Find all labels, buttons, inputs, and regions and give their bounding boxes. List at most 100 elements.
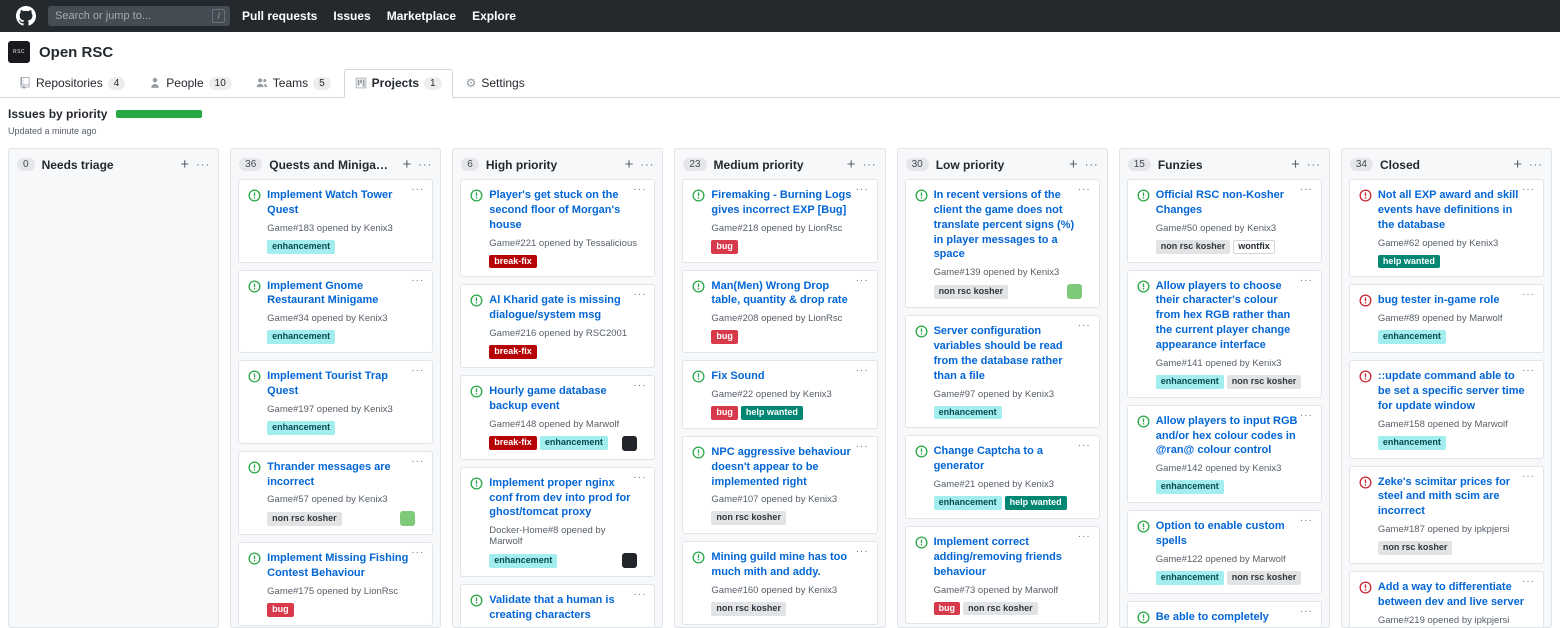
card-title[interactable]: Not all EXP award and skill events have … (1378, 188, 1526, 233)
card-menu-button[interactable]: ··· (1300, 275, 1313, 286)
card-title[interactable]: Option to enable custom spells (1156, 519, 1304, 549)
card-menu-button[interactable]: ··· (1078, 320, 1091, 331)
issue-card[interactable]: ··· Implement Missing Fishing Contest Be… (238, 542, 433, 626)
global-search-box[interactable]: / (48, 6, 230, 26)
card-title[interactable]: Implement Tourist Trap Quest (267, 369, 415, 399)
card-menu-button[interactable]: ··· (633, 589, 646, 600)
card-title[interactable]: Hourly game database backup event (489, 384, 637, 414)
issue-card[interactable]: ··· Implement Watch Tower Quest Game#183… (238, 179, 433, 263)
card-menu-button[interactable]: ··· (1300, 410, 1313, 421)
card-menu-button[interactable]: ··· (856, 546, 869, 557)
column-menu-button[interactable]: ··· (863, 159, 877, 171)
card-menu-button[interactable]: ··· (1078, 440, 1091, 451)
card-menu-button[interactable]: ··· (856, 275, 869, 286)
add-card-button[interactable]: + (1513, 157, 1522, 172)
issue-card[interactable]: ··· Server configuration variables shoul… (905, 315, 1100, 428)
issue-card[interactable]: ··· Mining guild mine has too much mith … (682, 541, 877, 625)
issue-card[interactable]: ··· Implement Tourist Trap Quest Game#19… (238, 360, 433, 444)
issue-card[interactable]: ··· Firemaking - Burning Logs gives inco… (682, 179, 877, 263)
card-title[interactable]: Allow players to input RGB and/or hex co… (1156, 414, 1304, 459)
issue-card[interactable]: ··· Be able to completely disable lotter… (1127, 601, 1322, 627)
column-menu-button[interactable]: ··· (1307, 159, 1321, 171)
card-menu-button[interactable]: ··· (411, 365, 424, 376)
card-title[interactable]: Thrander messages are incorrect (267, 460, 415, 490)
column-menu-button[interactable]: ··· (1085, 159, 1099, 171)
issue-card[interactable]: ··· Implement Gnome Restaurant Minigame … (238, 270, 433, 354)
card-title[interactable]: Add a way to differentiate between dev a… (1378, 580, 1526, 610)
card-title[interactable]: Implement proper nginx conf from dev int… (489, 476, 637, 521)
card-title[interactable]: bug tester in-game role (1378, 293, 1526, 308)
add-card-button[interactable]: + (1069, 157, 1078, 172)
card-title[interactable]: Allow players to choose their character'… (1156, 279, 1304, 353)
card-menu-button[interactable]: ··· (411, 184, 424, 195)
issue-card[interactable]: ··· In recent versions of the client the… (905, 179, 1100, 308)
add-card-button[interactable]: + (625, 157, 634, 172)
add-card-button[interactable]: + (180, 157, 189, 172)
org-name[interactable]: Open RSC (39, 44, 113, 61)
card-title[interactable]: Implement correct adding/removing friend… (934, 535, 1082, 580)
card-title[interactable]: In recent versions of the client the gam… (934, 188, 1082, 262)
card-title[interactable]: Official RSC non-Kosher Changes (1156, 188, 1304, 218)
issue-card[interactable]: ··· NPC aggressive behaviour doesn't app… (682, 436, 877, 534)
issue-card[interactable]: ··· Player's get stuck on the second flo… (460, 179, 655, 277)
card-title[interactable]: Implement Watch Tower Quest (267, 188, 415, 218)
card-menu-button[interactable]: ··· (856, 184, 869, 195)
issue-card[interactable]: ··· Implement proper nginx conf from dev… (460, 467, 655, 578)
card-menu-button[interactable]: ··· (1522, 289, 1535, 300)
issue-card[interactable]: ··· ::update command able to be set a sp… (1349, 360, 1544, 458)
nav-issues[interactable]: Issues (333, 9, 370, 23)
card-title[interactable]: Firemaking - Burning Logs gives incorrec… (711, 188, 859, 218)
nav-pull-requests[interactable]: Pull requests (242, 9, 317, 23)
tab-settings[interactable]: ⚙ Settings (455, 69, 536, 98)
add-card-button[interactable]: + (403, 157, 412, 172)
card-menu-button[interactable]: ··· (856, 441, 869, 452)
card-menu-button[interactable]: ··· (1522, 184, 1535, 195)
card-menu-button[interactable]: ··· (633, 289, 646, 300)
card-title[interactable]: Validate that a human is creating charac… (489, 593, 637, 623)
card-title[interactable]: Implement Missing Fishing Contest Behavi… (267, 551, 415, 581)
card-title[interactable]: NPC aggressive behaviour doesn't appear … (711, 445, 859, 490)
project-title[interactable]: Issues by priority (8, 107, 107, 121)
column-menu-button[interactable]: ··· (196, 159, 210, 171)
issue-card[interactable]: ··· Zeke's scimitar prices for steel and… (1349, 466, 1544, 564)
nav-explore[interactable]: Explore (472, 9, 516, 23)
tab-teams[interactable]: Teams 5 (245, 69, 342, 98)
add-card-button[interactable]: + (1291, 157, 1300, 172)
card-title[interactable]: Al Kharid gate is missing dialogue/syste… (489, 293, 637, 323)
column-menu-button[interactable]: ··· (640, 159, 654, 171)
issue-card[interactable]: ··· Al Kharid gate is missing dialogue/s… (460, 284, 655, 368)
card-title[interactable]: Change Captcha to a generator (934, 444, 1082, 474)
card-menu-button[interactable]: ··· (1522, 576, 1535, 587)
card-title[interactable]: Server configuration variables should be… (934, 324, 1082, 383)
issue-card[interactable]: ··· Not all EXP award and skill events h… (1349, 179, 1544, 277)
card-menu-button[interactable]: ··· (411, 456, 424, 467)
issue-card[interactable]: ··· Official RSC non-Kosher Changes Game… (1127, 179, 1322, 263)
issue-card[interactable]: ··· Validate that a human is creating ch… (460, 584, 655, 627)
nav-marketplace[interactable]: Marketplace (387, 9, 456, 23)
tab-repositories[interactable]: Repositories 4 (8, 69, 136, 98)
card-title[interactable]: Implement Gnome Restaurant Minigame (267, 279, 415, 309)
card-menu-button[interactable]: ··· (1300, 515, 1313, 526)
card-menu-button[interactable]: ··· (1522, 365, 1535, 376)
card-title[interactable]: Man(Men) Wrong Drop table, quantity & dr… (711, 279, 859, 309)
card-title[interactable]: ::update command able to be set a specif… (1378, 369, 1526, 414)
issue-card[interactable]: ··· Add a way to differentiate between d… (1349, 571, 1544, 627)
issue-card[interactable]: ··· Man(Men) Wrong Drop table, quantity … (682, 270, 877, 354)
card-menu-button[interactable]: ··· (1300, 184, 1313, 195)
issue-card[interactable]: ··· Implement correct adding/removing fr… (905, 526, 1100, 624)
card-title[interactable]: Player's get stuck on the second floor o… (489, 188, 637, 233)
card-menu-button[interactable]: ··· (1522, 471, 1535, 482)
card-menu-button[interactable]: ··· (856, 365, 869, 376)
issue-card[interactable]: ··· Hourly game database backup event Ga… (460, 375, 655, 460)
card-title[interactable]: Mining guild mine has too much mith and … (711, 550, 859, 580)
column-menu-button[interactable]: ··· (418, 159, 432, 171)
issue-card[interactable]: ··· Change Captcha to a generator Game#2… (905, 435, 1100, 519)
card-menu-button[interactable]: ··· (1078, 531, 1091, 542)
github-logo-icon[interactable] (16, 6, 36, 26)
card-menu-button[interactable]: ··· (1300, 606, 1313, 617)
search-input[interactable] (53, 9, 208, 23)
card-title[interactable]: Zeke's scimitar prices for steel and mit… (1378, 475, 1526, 520)
card-menu-button[interactable]: ··· (411, 275, 424, 286)
card-title[interactable]: Fix Sound (711, 369, 859, 384)
card-menu-button[interactable]: ··· (633, 380, 646, 391)
